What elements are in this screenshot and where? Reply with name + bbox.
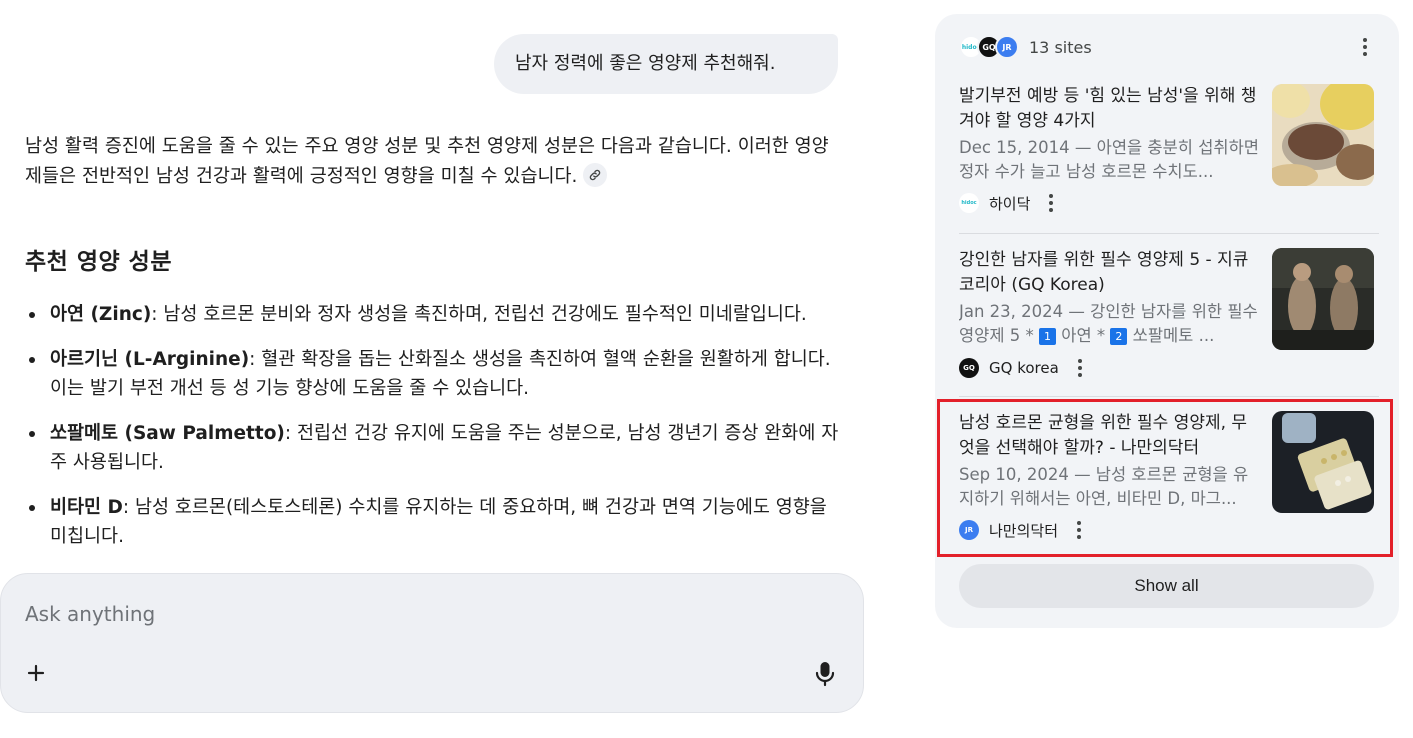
source-title[interactable]: 강인한 남자를 위한 필수 영양제 5 - 지큐 코리아 (GQ Korea) bbox=[959, 248, 1259, 298]
source-card[interactable]: 남성 호르몬 균형을 위한 필수 영양제, 무엇을 선택해야 할까? - 나만의… bbox=[959, 411, 1379, 543]
nutrient-name: 비타민 D bbox=[50, 497, 123, 518]
list-item: 아르기닌 (L-Arginine): 혈관 확장을 돕는 산화질소 생성을 촉진… bbox=[25, 345, 840, 403]
section-heading: 추천 영양 성분 bbox=[25, 249, 172, 275]
source-more-options-icon[interactable] bbox=[1073, 358, 1087, 378]
source-snippet: Sep 10, 2024 — 남성 호르몬 균형을 유지하기 위해서는 아연, … bbox=[959, 465, 1249, 508]
nutrient-desc: : 남성 호르몬(테스토스테론) 수치를 유지하는 데 중요하며, 뼈 건강과 … bbox=[50, 497, 827, 547]
source-name: GQ korea bbox=[989, 359, 1059, 377]
nutrient-list: 아연 (Zinc): 남성 호르몬 분비와 정자 생성을 촉진하며, 전립선 건… bbox=[25, 300, 840, 551]
nutrient-name: 아연 (Zinc) bbox=[50, 304, 152, 325]
composer bbox=[0, 573, 864, 713]
source-title[interactable]: 남성 호르몬 균형을 위한 필수 영양제, 무엇을 선택해야 할까? - 나만의… bbox=[959, 411, 1259, 461]
sources-header: hidoc GQ JR 13 sites bbox=[959, 34, 1092, 60]
divider bbox=[959, 396, 1379, 397]
assistant-answer: 남성 활력 증진에 도움을 줄 수 있는 주요 영양 성분 및 추천 영양제 성… bbox=[25, 132, 840, 567]
nutrient-desc: : 남성 호르몬 분비와 정자 생성을 촉진하며, 전립선 건강에도 필수적인 … bbox=[151, 304, 807, 325]
voice-input-button[interactable] bbox=[807, 656, 843, 692]
citation-badge: 2 bbox=[1110, 328, 1128, 345]
nutrient-name: 아르기닌 (L-Arginine) bbox=[50, 349, 250, 370]
source-attribution: JR 나만의닥터 bbox=[959, 519, 1086, 541]
answer-intro: 남성 활력 증진에 도움을 줄 수 있는 주요 영양 성분 및 추천 영양제 성… bbox=[25, 132, 840, 192]
source-more-options-icon[interactable] bbox=[1072, 520, 1086, 540]
microphone-icon bbox=[815, 662, 835, 687]
source-snippet: Dec 15, 2014 — 아연을 충분히 섭취하면 정자 수가 늘고 남성 … bbox=[959, 138, 1259, 181]
nutrient-name: 쏘팔메토 (Saw Palmetto) bbox=[50, 423, 285, 444]
show-all-button[interactable]: Show all bbox=[959, 564, 1374, 608]
list-item: 비타민 D: 남성 호르몬(테스토스테론) 수치를 유지하는 데 중요하며, 뼈… bbox=[25, 493, 840, 551]
snippet-text: 아연 * bbox=[1056, 326, 1111, 345]
source-attribution: GQ GQ korea bbox=[959, 357, 1087, 379]
source-title[interactable]: 발기부전 예방 등 '힘 있는 남성'을 위해 챙겨야 할 영양 4가지 bbox=[959, 84, 1259, 134]
source-favicons: hidoc GQ JR bbox=[959, 35, 1019, 59]
gq-icon: GQ bbox=[959, 358, 979, 378]
source-name: 나만의닥터 bbox=[989, 521, 1059, 540]
user-message-bubble: 남자 정력에 좋은 영양제 추천해줘. bbox=[494, 34, 838, 94]
source-attribution: hidoc 하이닥 bbox=[959, 192, 1058, 214]
answer-intro-text: 남성 활력 증진에 도움을 줄 수 있는 주요 영양 성분 및 추천 영양제 성… bbox=[25, 136, 829, 187]
source-name: 하이닥 bbox=[989, 194, 1031, 213]
source-thumbnail bbox=[1272, 411, 1374, 513]
sources-count: 13 sites bbox=[1029, 37, 1092, 57]
source-card[interactable]: 발기부전 예방 등 '힘 있는 남성'을 위해 챙겨야 할 영양 4가지 Dec… bbox=[959, 84, 1379, 216]
doctor-favicon-icon: JR bbox=[995, 35, 1019, 59]
add-attachment-button[interactable] bbox=[19, 656, 53, 690]
divider bbox=[959, 233, 1379, 234]
source-snippet: Jan 23, 2024 — 강인한 남자를 위한 필수 영양제 5 * 1 아… bbox=[959, 300, 1261, 348]
hidoc-icon: hidoc bbox=[959, 193, 979, 213]
citation-badge: 1 bbox=[1039, 328, 1057, 345]
doctor-icon: JR bbox=[959, 520, 979, 540]
sources-panel: hidoc GQ JR 13 sites 발기부전 예방 등 '힘 있는 남성'… bbox=[935, 14, 1399, 628]
ask-input[interactable] bbox=[25, 598, 785, 630]
snippet-text: 쏘팔메토 ... bbox=[1127, 326, 1215, 345]
source-thumbnail bbox=[1272, 248, 1374, 350]
list-item: 쏘팔메토 (Saw Palmetto): 전립선 건강 유지에 도움을 주는 성… bbox=[25, 419, 840, 477]
source-card[interactable]: 강인한 남자를 위한 필수 영양제 5 - 지큐 코리아 (GQ Korea) … bbox=[959, 248, 1379, 380]
plus-icon bbox=[27, 664, 45, 682]
source-more-options-icon[interactable] bbox=[1044, 193, 1058, 213]
list-item: 아연 (Zinc): 남성 호르몬 분비와 정자 생성을 촉진하며, 전립선 건… bbox=[25, 300, 840, 329]
citation-link-icon[interactable] bbox=[583, 163, 608, 187]
sources-more-options-icon[interactable] bbox=[1355, 36, 1375, 58]
source-thumbnail bbox=[1272, 84, 1374, 186]
